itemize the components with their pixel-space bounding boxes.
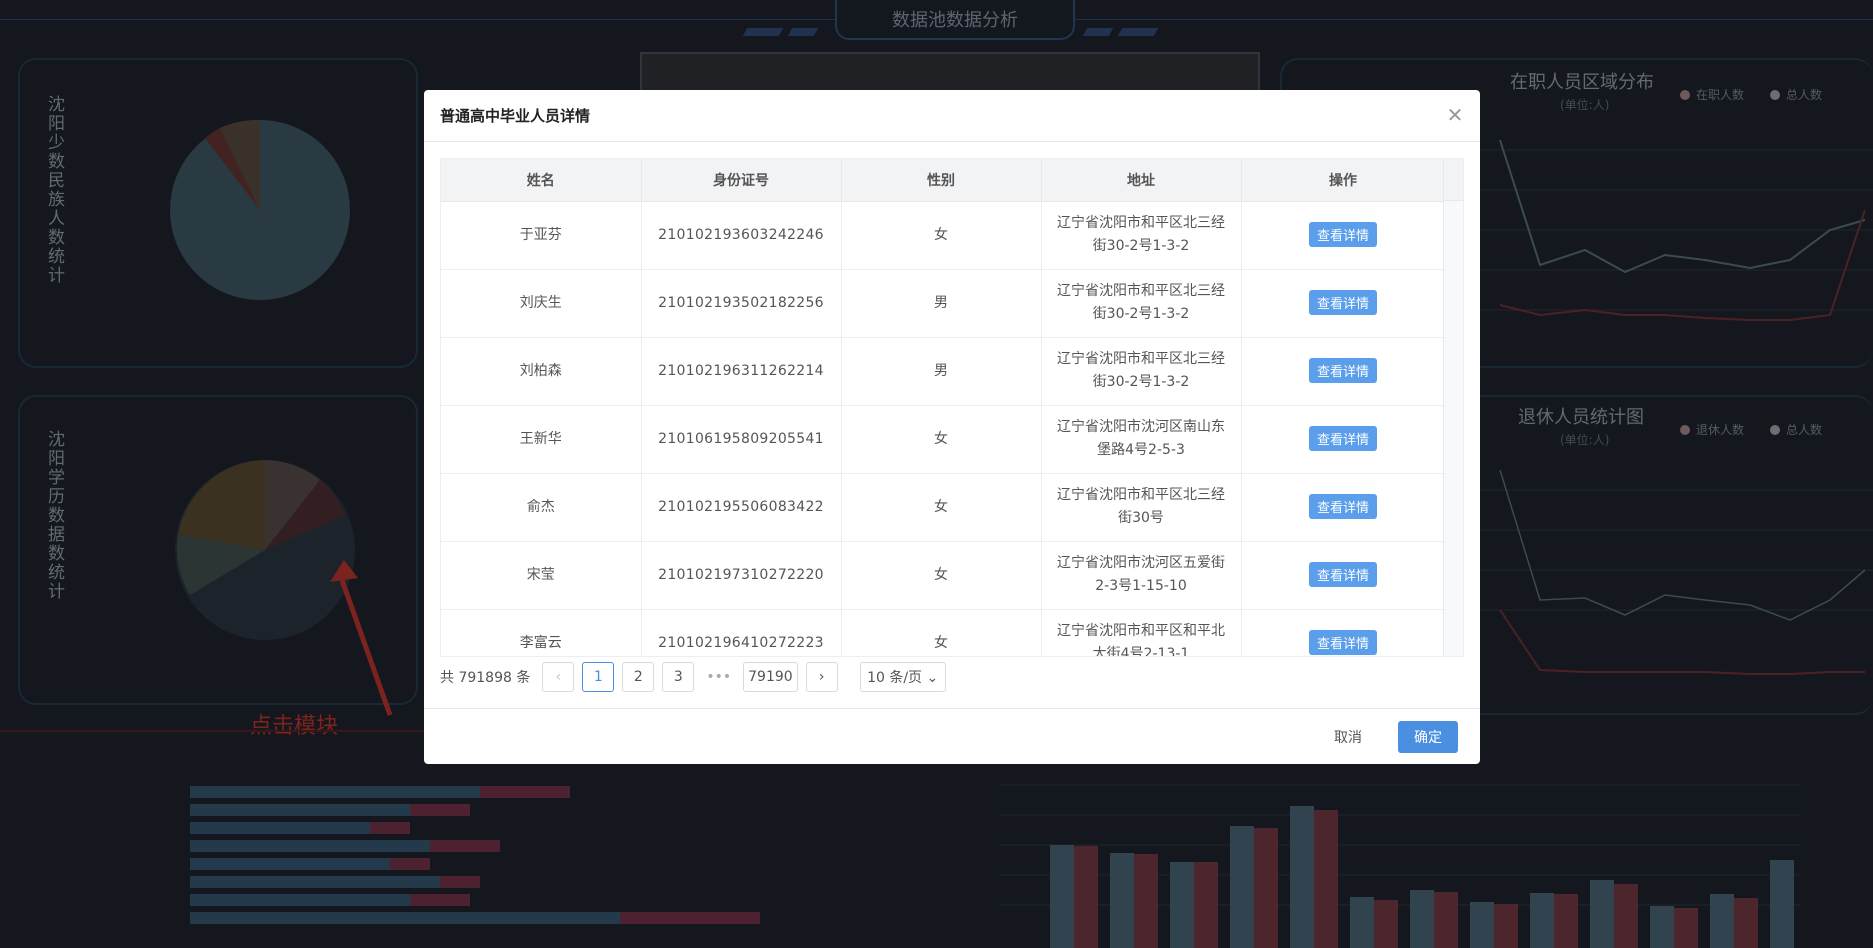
cell-address: 辽宁省沈阳市和平区北三经街30-2号1-3-2 xyxy=(1041,337,1242,406)
column-header-action: 操作 xyxy=(1241,159,1446,202)
cell-id: 210102195506083422 xyxy=(641,473,842,542)
cell-name: 李富云 xyxy=(441,609,642,656)
cell-name: 俞杰 xyxy=(441,473,642,542)
column-header-address: 地址 xyxy=(1041,159,1242,202)
cell-id: 210102197310272220 xyxy=(641,541,842,610)
view-detail-button[interactable]: 查看详情 xyxy=(1308,562,1377,587)
cell-gender: 女 xyxy=(841,201,1042,270)
cell-name: 刘柏森 xyxy=(441,337,642,406)
cell-address: 辽宁省沈阳市和平区和平北大街4号2-13-1 xyxy=(1041,609,1242,656)
cell-name: 刘庆生 xyxy=(441,269,642,338)
cell-action: 查看详情 xyxy=(1241,405,1446,474)
table-row: 于亚芬 210102193603242246 女 辽宁省沈阳市和平区北三经街30… xyxy=(441,201,1446,270)
page-2-button[interactable]: 2 xyxy=(622,662,655,692)
page-3-button[interactable]: 3 xyxy=(662,662,695,692)
cell-address: 辽宁省沈阳市和平区北三经街30-2号1-3-2 xyxy=(1041,269,1242,338)
prev-page-button[interactable]: ‹ xyxy=(542,662,575,692)
page-size-select[interactable]: 10 条/页 ⌄ xyxy=(859,662,946,692)
table-header-row: 姓名 身份证号 性别 地址 操作 xyxy=(441,159,1446,202)
cell-name: 王新华 xyxy=(441,405,642,474)
cell-id: 210106195809205541 xyxy=(641,405,842,474)
detail-table[interactable]: 姓名 身份证号 性别 地址 操作 于亚芬 210102193603242246 … xyxy=(440,158,1464,657)
column-header-name: 姓名 xyxy=(441,159,642,202)
cell-name: 宋莹 xyxy=(441,541,642,610)
cell-id: 210102193502182256 xyxy=(641,269,842,338)
close-icon[interactable]: ✕ xyxy=(1444,104,1466,126)
table-row: 俞杰 210102195506083422 女 辽宁省沈阳市和平区北三经街30号… xyxy=(441,473,1446,542)
cell-gender: 女 xyxy=(841,609,1042,656)
page-1-button[interactable]: 1 xyxy=(582,662,615,692)
view-detail-button[interactable]: 查看详情 xyxy=(1308,494,1377,519)
table-row: 刘柏森 210102196311262214 男 辽宁省沈阳市和平区北三经街30… xyxy=(441,337,1446,406)
ok-button[interactable]: 确定 xyxy=(1398,721,1458,753)
detail-modal: 普通高中毕业人员详情 ✕ 姓名 身份证号 性别 地址 操作 于亚芬 210102… xyxy=(424,90,1480,764)
modal-title: 普通高中毕业人员详情 xyxy=(440,107,591,125)
cell-gender: 男 xyxy=(841,269,1042,338)
pagination-total: 共 791898 条 xyxy=(440,670,531,686)
table-row: 李富云 210102196410272223 女 辽宁省沈阳市和平区和平北大街4… xyxy=(441,609,1446,656)
cell-action: 查看详情 xyxy=(1241,541,1446,610)
cell-action: 查看详情 xyxy=(1241,269,1446,338)
view-detail-button[interactable]: 查看详情 xyxy=(1308,358,1377,383)
cell-gender: 女 xyxy=(841,541,1042,610)
table-row: 宋莹 210102197310272220 女 辽宁省沈阳市沈河区五爱街2-3号… xyxy=(441,541,1446,610)
last-page-button[interactable]: 79190 xyxy=(743,662,798,692)
pagination: 共 791898 条 ‹ 1 2 3 ••• 79190 › 10 条/页 ⌄ xyxy=(440,659,946,695)
page-ellipsis[interactable]: ••• xyxy=(702,662,736,692)
cell-action: 查看详情 xyxy=(1241,337,1446,406)
cell-address: 辽宁省沈阳市沈河区五爱街2-3号1-15-10 xyxy=(1041,541,1242,610)
cell-id: 210102196311262214 xyxy=(641,337,842,406)
cell-address: 辽宁省沈阳市沈河区南山东堡路4号2-5-3 xyxy=(1041,405,1242,474)
cell-address: 辽宁省沈阳市和平区北三经街30号 xyxy=(1041,473,1242,542)
cell-gender: 女 xyxy=(841,473,1042,542)
modal-header: 普通高中毕业人员详情 xyxy=(424,90,1480,142)
cell-gender: 男 xyxy=(841,337,1042,406)
cell-id: 210102196410272223 xyxy=(641,609,842,656)
cell-action: 查看详情 xyxy=(1241,473,1446,542)
cell-address: 辽宁省沈阳市和平区北三经街30-2号1-3-2 xyxy=(1041,201,1242,270)
table-scrollbar[interactable] xyxy=(1443,159,1463,656)
cell-action: 查看详情 xyxy=(1241,201,1446,270)
cell-gender: 女 xyxy=(841,405,1042,474)
column-header-id: 身份证号 xyxy=(641,159,842,202)
view-detail-button[interactable]: 查看详情 xyxy=(1308,630,1377,655)
column-header-gender: 性别 xyxy=(841,159,1042,202)
cell-name: 于亚芬 xyxy=(441,201,642,270)
cell-id: 210102193603242246 xyxy=(641,201,842,270)
table-row: 王新华 210106195809205541 女 辽宁省沈阳市沈河区南山东堡路4… xyxy=(441,405,1446,474)
cell-action: 查看详情 xyxy=(1241,609,1446,656)
table-row: 刘庆生 210102193502182256 男 辽宁省沈阳市和平区北三经街30… xyxy=(441,269,1446,338)
view-detail-button[interactable]: 查看详情 xyxy=(1308,222,1377,247)
view-detail-button[interactable]: 查看详情 xyxy=(1308,290,1377,315)
cancel-button[interactable]: 取消 xyxy=(1322,723,1374,751)
modal-footer: 取消 确定 xyxy=(424,708,1480,764)
view-detail-button[interactable]: 查看详情 xyxy=(1308,426,1377,451)
next-page-button[interactable]: › xyxy=(805,662,838,692)
